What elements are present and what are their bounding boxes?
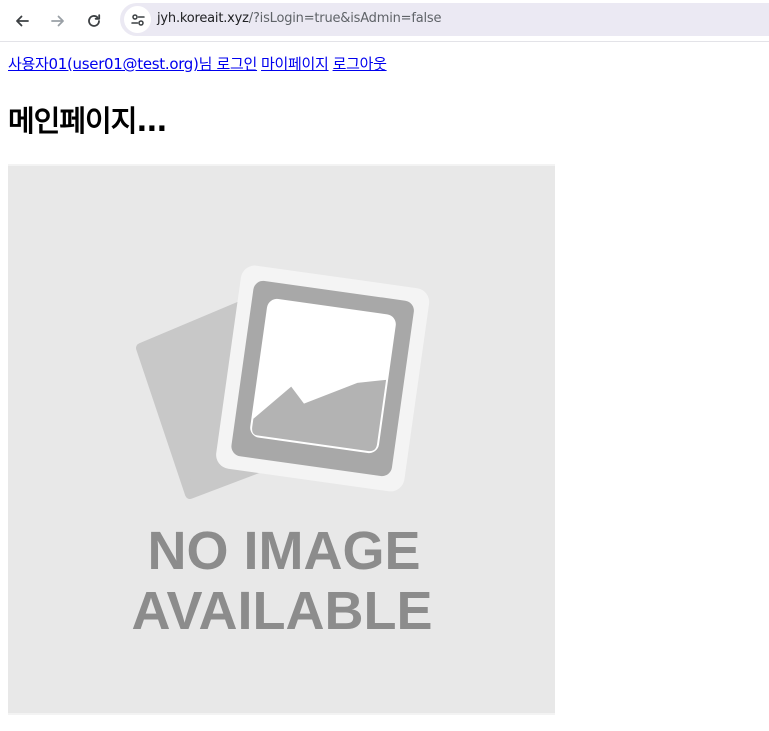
logout-link[interactable]: 로그아웃 <box>333 55 387 73</box>
user-nav: 사용자01(user01@test.org)님 로그인 마이페이지 로그아웃 <box>8 53 769 75</box>
placeholder-line1: NO IMAGE <box>147 521 420 581</box>
back-button[interactable] <box>8 7 36 35</box>
picture-frame-icon <box>216 265 430 492</box>
placeholder-line2: AVAILABLE <box>132 581 433 641</box>
page-content: 사용자01(user01@test.org)님 로그인 마이페이지 로그아웃 메인페… <box>8 53 769 715</box>
url-host: jyh.koreait.xyz <box>157 11 249 26</box>
mypage-link[interactable]: 마이페이지 <box>261 55 329 73</box>
no-image-graphic: NO IMAGE AVAILABLE <box>132 265 433 641</box>
url-text: jyh.koreait.xyz/?isLogin=true&isAdmin=fa… <box>157 11 441 26</box>
address-bar[interactable]: jyh.koreait.xyz/?isLogin=true&isAdmin=fa… <box>120 3 769 36</box>
no-image-placeholder: NO IMAGE AVAILABLE <box>8 164 555 715</box>
site-info-button[interactable] <box>124 6 151 33</box>
reload-icon <box>88 14 101 27</box>
page-title: 메인페이지... <box>8 104 167 138</box>
browser-toolbar: jyh.koreait.xyz/?isLogin=true&isAdmin=fa… <box>0 0 769 42</box>
user-login-link[interactable]: 사용자01(user01@test.org)님 로그인 <box>8 55 257 73</box>
url-path: /?isLogin=true&isAdmin=false <box>248 11 442 26</box>
forward-button[interactable] <box>44 7 72 35</box>
arrow-right-icon <box>51 15 64 27</box>
arrow-left-icon <box>16 15 29 27</box>
site-settings-icon <box>130 13 145 26</box>
reload-button[interactable] <box>80 7 108 35</box>
